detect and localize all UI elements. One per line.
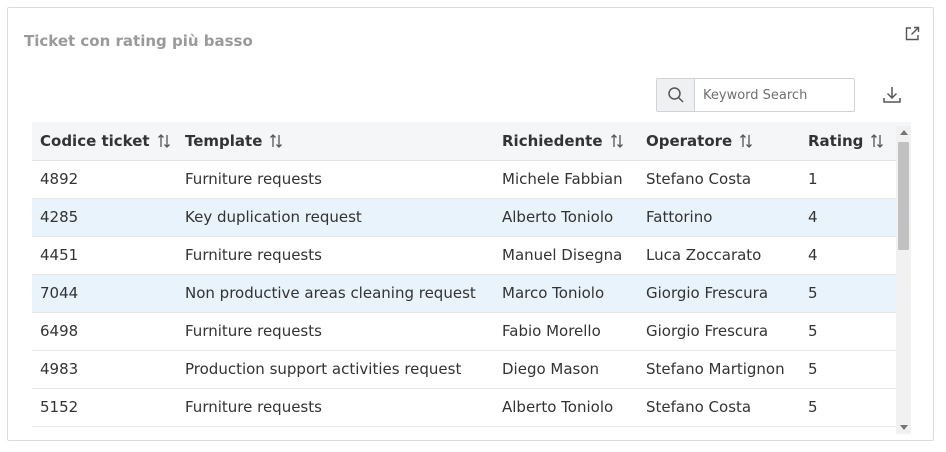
open-external-icon[interactable]	[903, 25, 921, 43]
column-label: Operatore	[646, 131, 733, 150]
cell-requester: Alberto Toniolo	[494, 388, 638, 427]
cell-template: Furniture requests	[177, 388, 494, 427]
cell-code: 6498	[32, 312, 177, 351]
cell-operator: Stefano Costa	[638, 160, 800, 199]
tickets-table: Codice ticket Template Richiedente Opera…	[32, 122, 911, 427]
table-row[interactable]: 6498 Furniture requests Fabio Morello Gi…	[32, 312, 911, 351]
table-row[interactable]: 4983 Production support activities reque…	[32, 350, 911, 389]
search-input[interactable]	[695, 79, 854, 111]
column-header-richiedente[interactable]: Richiedente	[494, 122, 638, 161]
cell-requester: Michele Fabbian	[494, 160, 638, 199]
cell-operator: Stefano Martignon	[638, 350, 800, 389]
cell-rating: 5	[800, 350, 911, 389]
cell-code: 5152	[32, 388, 177, 427]
column-header-codice-ticket[interactable]: Codice ticket	[32, 122, 177, 161]
column-label: Richiedente	[502, 131, 603, 150]
cell-template: Key duplication request	[177, 198, 494, 237]
cell-rating: 4	[800, 236, 911, 275]
cell-operator: Fattorino	[638, 198, 800, 237]
table-row[interactable]: 4285 Key duplication request Alberto Ton…	[32, 198, 911, 237]
cell-template: Furniture requests	[177, 312, 494, 351]
cell-operator: Luca Zoccarato	[638, 236, 800, 275]
table-row[interactable]: 7044 Non productive areas cleaning reque…	[32, 274, 911, 313]
column-label: Template	[185, 131, 263, 150]
column-header-operatore[interactable]: Operatore	[638, 122, 800, 161]
cell-operator: Giorgio Frescura	[638, 274, 800, 313]
cell-code: 4892	[32, 160, 177, 199]
cell-rating: 5	[800, 312, 911, 351]
cell-requester: Marco Toniolo	[494, 274, 638, 313]
table-row[interactable]: 4892 Furniture requests Michele Fabbian …	[32, 160, 911, 199]
cell-template: Furniture requests	[177, 160, 494, 199]
cell-requester: Manuel Disegna	[494, 236, 638, 275]
tickets-table-container: Codice ticket Template Richiedente Opera…	[32, 122, 911, 434]
cell-rating: 5	[800, 388, 911, 427]
table-row[interactable]: 4451 Furniture requests Manuel Disegna L…	[32, 236, 911, 275]
cell-template: Furniture requests	[177, 236, 494, 275]
table-header-row: Codice ticket Template Richiedente Opera…	[32, 122, 911, 161]
column-label: Rating	[808, 131, 864, 150]
column-label: Codice ticket	[40, 131, 150, 150]
cell-code: 4285	[32, 198, 177, 237]
download-icon[interactable]	[881, 84, 903, 106]
column-header-template[interactable]: Template	[177, 122, 494, 161]
widget-card: Ticket con rating più basso Keyword Sear…	[7, 7, 934, 441]
sort-icon[interactable]	[156, 133, 172, 149]
cell-template: Non productive areas cleaning request	[177, 274, 494, 313]
scroll-thumb[interactable]	[898, 142, 909, 250]
column-header-rating[interactable]: Rating	[800, 122, 911, 161]
cell-operator: Stefano Costa	[638, 388, 800, 427]
cell-rating: 5	[800, 274, 911, 313]
cell-rating: 4	[800, 198, 911, 237]
table-row[interactable]: 5152 Furniture requests Alberto Toniolo …	[32, 388, 911, 427]
sort-icon[interactable]	[609, 133, 625, 149]
sort-icon[interactable]	[738, 133, 754, 149]
cell-code: 4983	[32, 350, 177, 389]
scroll-down-arrow-icon[interactable]	[900, 425, 908, 430]
cell-operator: Giorgio Frescura	[638, 312, 800, 351]
search-button[interactable]	[657, 79, 695, 111]
sort-icon[interactable]	[268, 133, 284, 149]
table-scrollbar[interactable]	[896, 126, 911, 434]
cell-code: 4451	[32, 236, 177, 275]
widget-title: Ticket con rating più basso	[24, 32, 253, 50]
sort-icon[interactable]	[869, 133, 885, 149]
cell-requester: Alberto Toniolo	[494, 198, 638, 237]
cell-rating: 1	[800, 160, 911, 199]
search-icon	[667, 87, 684, 103]
keyword-search	[656, 78, 855, 112]
cell-code: 7044	[32, 274, 177, 313]
cell-template: Production support activities request	[177, 350, 494, 389]
scroll-up-arrow-icon[interactable]	[900, 130, 908, 135]
cell-requester: Fabio Morello	[494, 312, 638, 351]
cell-requester: Diego Mason	[494, 350, 638, 389]
